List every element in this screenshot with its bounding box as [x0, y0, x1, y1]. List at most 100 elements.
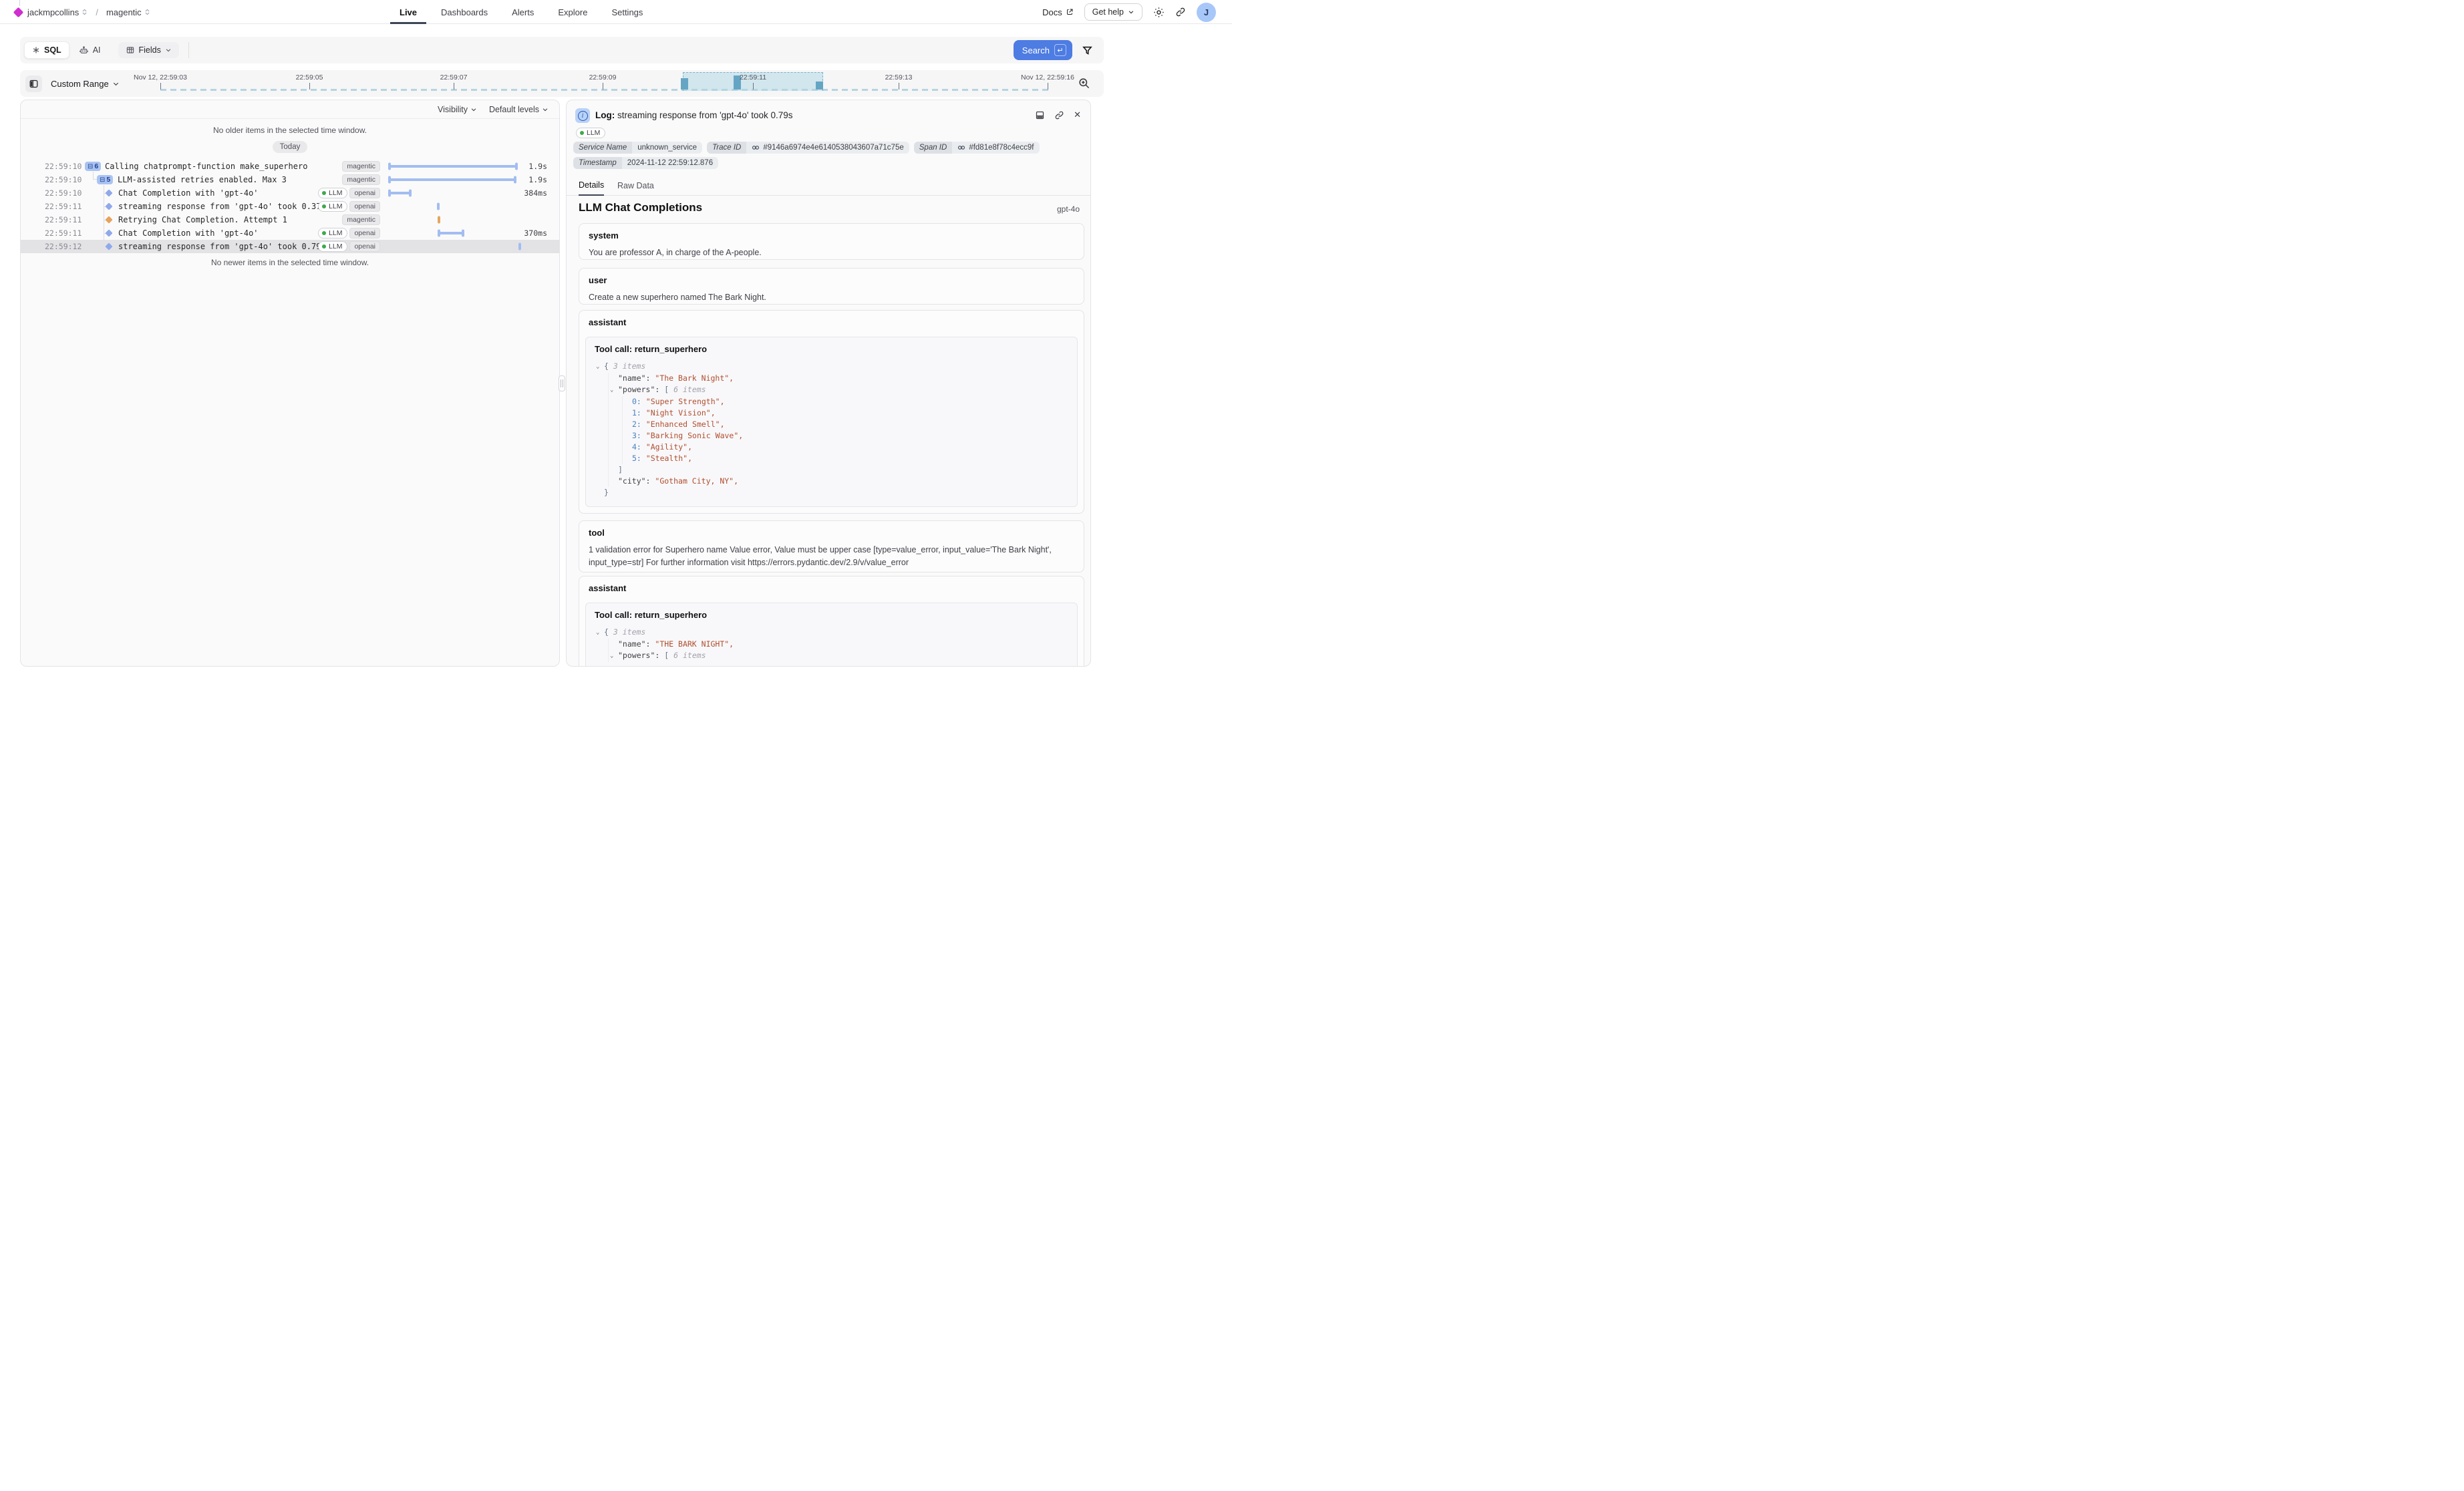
json-value: "Super Strength", [646, 397, 725, 406]
search-button[interactable]: Search ↵ [1014, 40, 1072, 60]
json-index: 0: [632, 397, 641, 406]
json-index: 3: [632, 431, 641, 440]
span-diamond-icon [105, 202, 112, 210]
sql-mode-button[interactable]: SQL [24, 41, 69, 59]
scope-tag[interactable]: openai [349, 201, 380, 212]
user-avatar[interactable]: J [1197, 3, 1216, 22]
timeline-tick [309, 83, 310, 90]
tool-error-text: 1 validation error for Superhero name Va… [589, 544, 1074, 568]
no-older-items-text: No older items in the selected time wind… [21, 126, 559, 135]
role-label: tool [589, 528, 1074, 538]
panel-resize-handle[interactable] [559, 375, 565, 391]
log-rows: 22:59:10 ⊟6 Calling chatprompt-function … [21, 160, 559, 253]
llm-tag[interactable]: LLM [318, 201, 347, 212]
timeline-tick-label: Nov 12, 22:59:03 [134, 73, 187, 81]
chevron-down-icon [165, 47, 172, 53]
log-row[interactable]: 22:59:11 Retrying Chat Completion. Attem… [21, 213, 559, 226]
collapse-badge[interactable]: ⊟6 [85, 162, 101, 171]
item-count: 6 items [673, 651, 706, 660]
log-row[interactable]: 22:59:10 Chat Completion with 'gpt-4o' L… [21, 186, 559, 200]
default-levels-label: Default levels [489, 105, 539, 114]
tool-call-card: Tool call: return_superhero ⌄{ 3 items "… [585, 603, 1078, 667]
span-id-pill[interactable]: Span ID #fd81e8f78c4ecc9f [914, 142, 1040, 154]
query-input[interactable] [189, 37, 1014, 63]
scope-tag[interactable]: openai [349, 188, 380, 198]
scope-tag[interactable]: magentic [342, 174, 380, 185]
timeline-axis[interactable] [160, 89, 1050, 91]
enter-key-icon: ↵ [1054, 44, 1066, 56]
logfire-logo-icon[interactable] [13, 7, 24, 17]
duration-lane [388, 186, 522, 200]
asterisk-icon [32, 46, 40, 54]
collapse-chevron-icon[interactable]: ⌄ [596, 627, 604, 639]
scope-tag[interactable]: magentic [342, 161, 380, 172]
item-count: 6 items [673, 385, 706, 394]
copy-link-button[interactable] [1054, 110, 1064, 120]
log-row[interactable]: 22:59:11 Chat Completion with 'gpt-4o' L… [21, 226, 559, 240]
collapse-badge[interactable]: ⊟5 [97, 175, 113, 184]
json-index: 2: [632, 420, 641, 429]
ai-mode-button[interactable]: AI [72, 42, 108, 59]
collapse-chevron-icon[interactable]: ⌄ [610, 385, 618, 396]
log-row[interactable]: 22:59:10 ⊟5 LLM-assisted retries enabled… [21, 173, 559, 186]
tab-explore[interactable]: Explore [558, 0, 587, 24]
log-row[interactable]: 22:59:10 ⊟6 Calling chatprompt-function … [21, 160, 559, 173]
log-list-header: Visibility Default levels [21, 100, 559, 119]
collapse-chevron-icon[interactable]: ⌄ [610, 651, 618, 662]
info-icon: i [575, 108, 590, 123]
llm-dot-icon [322, 204, 326, 208]
tab-raw-data[interactable]: Raw Data [617, 176, 654, 196]
collapse-icon: ⊟ [88, 163, 93, 170]
time-range-selector[interactable]: Custom Range [51, 70, 120, 97]
tab-dashboards[interactable]: Dashboards [441, 0, 488, 24]
collapse-sidebar-button[interactable] [25, 75, 42, 92]
span-bar-cap [514, 176, 516, 184]
breadcrumb-project[interactable]: magentic [106, 7, 150, 17]
service-name-value: unknown_service [632, 142, 702, 154]
span-id-label: Span ID [914, 142, 953, 154]
tab-alerts[interactable]: Alerts [512, 0, 534, 24]
scope-tag[interactable]: openai [349, 241, 380, 252]
docs-link[interactable]: Docs [1042, 7, 1074, 17]
dock-panel-button[interactable] [1035, 110, 1045, 120]
scope-tag[interactable]: openai [349, 228, 380, 238]
default-levels-dropdown[interactable]: Default levels [489, 105, 549, 114]
tab-live[interactable]: Live [400, 0, 417, 24]
log-message: Calling chatprompt-function make_superhe… [105, 162, 307, 171]
tab-settings[interactable]: Settings [611, 0, 643, 24]
today-badge[interactable]: Today [273, 141, 308, 153]
message-card-assistant: assistant Tool call: return_superhero ⌄{… [579, 576, 1084, 667]
share-link-button[interactable] [1175, 7, 1186, 17]
collapse-chevron-icon[interactable]: ⌄ [596, 361, 604, 373]
close-panel-button[interactable]: ✕ [1074, 110, 1081, 120]
chevron-down-icon [112, 80, 120, 88]
scope-tag[interactable]: magentic [342, 214, 380, 225]
log-time: 22:59:10 [45, 162, 82, 171]
get-help-button[interactable]: Get help [1084, 3, 1142, 21]
json-value: "Agility", [646, 442, 692, 452]
llm-tag[interactable]: LLM [318, 228, 347, 238]
filter-button[interactable] [1082, 45, 1093, 56]
json-value: "Barking Sonic Wave", [646, 431, 743, 440]
llm-tag[interactable]: LLM [318, 188, 347, 198]
get-help-label: Get help [1092, 7, 1124, 17]
log-row-selected[interactable]: 22:59:12 streaming response from 'gpt-4o… [21, 240, 559, 253]
item-count: 3 items [613, 361, 645, 371]
duration-label: 384ms [524, 188, 547, 198]
log-time: 22:59:12 [45, 242, 82, 251]
visibility-dropdown[interactable]: Visibility [438, 105, 477, 114]
zoom-in-button[interactable] [1078, 77, 1090, 90]
duration-lane [388, 160, 522, 173]
breadcrumb-org[interactable]: jackmpcollins [27, 7, 88, 17]
fields-button[interactable]: Fields [118, 42, 179, 58]
llm-tag[interactable]: LLM [318, 241, 347, 252]
trace-id-pill[interactable]: Trace ID #9146a6974e4e6140538043607a71c7… [707, 142, 909, 154]
json-value: "Night Vision", [646, 408, 716, 418]
log-row[interactable]: 22:59:11 streaming response from 'gpt-4o… [21, 200, 559, 213]
tab-details[interactable]: Details [579, 176, 604, 196]
service-name-pill: Service Name unknown_service [573, 142, 702, 154]
json-tree: ⌄{ 3 items "name": "THE BARK NIGHT", ⌄"p… [595, 627, 1068, 662]
theme-toggle-button[interactable] [1153, 7, 1165, 18]
timeline-bar: Custom Range Nov 12, 22:59:03 22:59:05 2… [20, 70, 1104, 97]
log-message: Retrying Chat Completion. Attempt 1 [118, 215, 287, 224]
